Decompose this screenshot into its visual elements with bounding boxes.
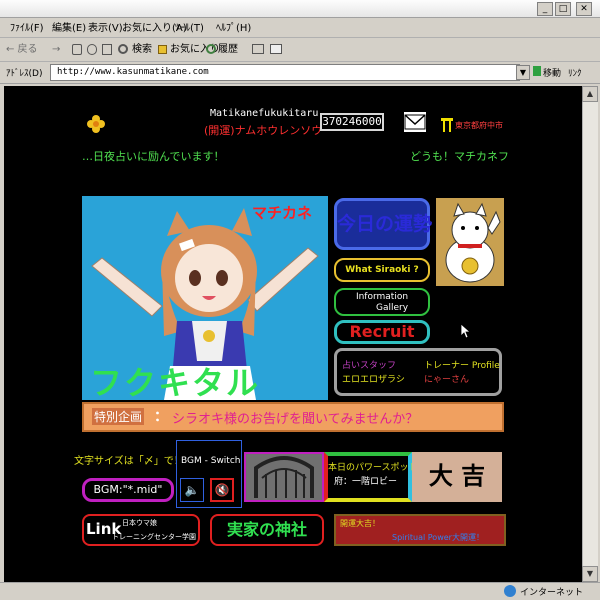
address-input[interactable]: http://www.kasunmatikane.com bbox=[50, 64, 520, 81]
back-button[interactable]: ← 戻る bbox=[6, 41, 38, 59]
marquee-left: …日夜占いに励んでいます！ bbox=[82, 150, 225, 163]
region-text: 東京都府中市 bbox=[455, 121, 503, 130]
power-spot-line2: 府：一階ロビー bbox=[334, 477, 398, 487]
vertical-scrollbar[interactable] bbox=[582, 86, 598, 582]
mail-envelope-icon[interactable] bbox=[404, 112, 426, 132]
history-button[interactable]: 履歴 bbox=[218, 41, 238, 59]
fortune-button[interactable]: 今日の運勢 bbox=[334, 198, 432, 250]
flower-icon bbox=[86, 114, 106, 134]
power-spot-line1: 本日のパワースポット bbox=[328, 463, 418, 473]
char-name-top: マチカネ bbox=[252, 204, 313, 222]
speaker-on-icon[interactable]: 🔈 bbox=[180, 478, 204, 502]
mail-icon[interactable] bbox=[252, 44, 264, 54]
close-button[interactable]: ✕ bbox=[576, 2, 592, 16]
staff-col2-line2: にゃーさん bbox=[424, 375, 470, 385]
info-gallery-button[interactable]: Information Gallery bbox=[334, 288, 430, 316]
print-icon[interactable] bbox=[270, 44, 282, 54]
go-arrow-icon bbox=[533, 66, 541, 76]
forward-button[interactable]: → bbox=[52, 41, 60, 59]
staff-col2-line1: トレーナー Profile bbox=[424, 361, 500, 371]
siraoki-button[interactable]: What Siraoki ? bbox=[334, 258, 430, 282]
torii-icon bbox=[441, 118, 453, 132]
site-subtitle: (開運)ナムホウレンソウ bbox=[204, 124, 323, 137]
links-button[interactable]: ﾘﾝｸ bbox=[568, 66, 582, 79]
staff-col1-line1: 占いスタッフ bbox=[342, 361, 397, 371]
bgm-label: BGM:"*.mid" bbox=[82, 478, 174, 502]
marquee-right: どうも！マチカネフ bbox=[410, 150, 509, 163]
visitor-counter: 370246000 bbox=[320, 113, 384, 131]
banner-colon: ： bbox=[154, 409, 168, 425]
status-zone: インターネット bbox=[520, 588, 584, 598]
page-viewport: Matikanefukukitaru (開運)ナムホウレンソウ 37024600… bbox=[4, 86, 582, 582]
power-spot-image bbox=[244, 452, 324, 502]
favorites-icon bbox=[158, 45, 167, 54]
menu-file[interactable]: ﾌｧｲﾙ(F) bbox=[10, 22, 44, 36]
site-name: Matikanefukukitaru bbox=[210, 108, 319, 119]
go-button[interactable]: 移動 bbox=[543, 66, 561, 79]
banner-text: シラオキ様のお告げを聞いてみませんか？ bbox=[172, 412, 419, 427]
menu-tools[interactable]: ﾂｰﾙ(T) bbox=[175, 22, 204, 36]
link-sub2: トレーニングセンター学園 bbox=[112, 533, 196, 541]
address-label: ｱﾄﾞﾚｽ(D) bbox=[6, 69, 43, 79]
minimize-button[interactable]: _ bbox=[537, 2, 553, 16]
daikichi-panel: 大 吉 bbox=[412, 452, 502, 502]
scroll-up-button[interactable]: ▲ bbox=[582, 86, 598, 102]
mouse-cursor-icon bbox=[460, 323, 472, 339]
shrine-button[interactable]: 実家の神社 bbox=[210, 514, 324, 546]
maximize-button[interactable]: □ bbox=[555, 2, 571, 16]
spiritual-line2: Spiritual Power大開運！ bbox=[392, 533, 484, 542]
refresh-icon[interactable] bbox=[87, 44, 97, 55]
stop-icon[interactable] bbox=[72, 44, 82, 55]
link-sub1: 日本ウマ娘 bbox=[122, 519, 157, 527]
history-icon bbox=[206, 44, 216, 54]
bgm-switch-label: BGM - Switch bbox=[181, 456, 241, 466]
menu-help[interactable]: ﾍﾙﾌﾟ(H) bbox=[216, 22, 251, 36]
spiritual-line1: 開運大吉！ bbox=[340, 519, 380, 528]
search-icon bbox=[118, 44, 128, 54]
menu-view[interactable]: 表示(V) bbox=[88, 22, 123, 36]
staff-col1-line2: エロエロザラシ bbox=[342, 375, 405, 385]
speaker-mute-icon[interactable]: 🔇 bbox=[210, 478, 234, 502]
info-label: Information bbox=[355, 292, 409, 302]
lucky-cat-image bbox=[436, 198, 504, 286]
globe-icon bbox=[504, 585, 516, 597]
char-name-big: フクキタル bbox=[90, 364, 261, 402]
recruit-button[interactable]: Recruit bbox=[334, 320, 430, 344]
menu-edit[interactable]: 編集(E) bbox=[52, 22, 86, 36]
address-dropdown-button[interactable]: ▼ bbox=[516, 65, 530, 80]
font-size-note: 文字サイズは「〆」で！ bbox=[74, 456, 184, 467]
banner-tag: 特別企画 bbox=[92, 408, 145, 425]
gallery-label: Gallery bbox=[375, 303, 409, 313]
scroll-down-button[interactable]: ▼ bbox=[582, 566, 598, 582]
home-icon[interactable] bbox=[102, 44, 112, 55]
title-bar bbox=[0, 0, 600, 18]
search-button[interactable]: 検索 bbox=[132, 41, 152, 59]
